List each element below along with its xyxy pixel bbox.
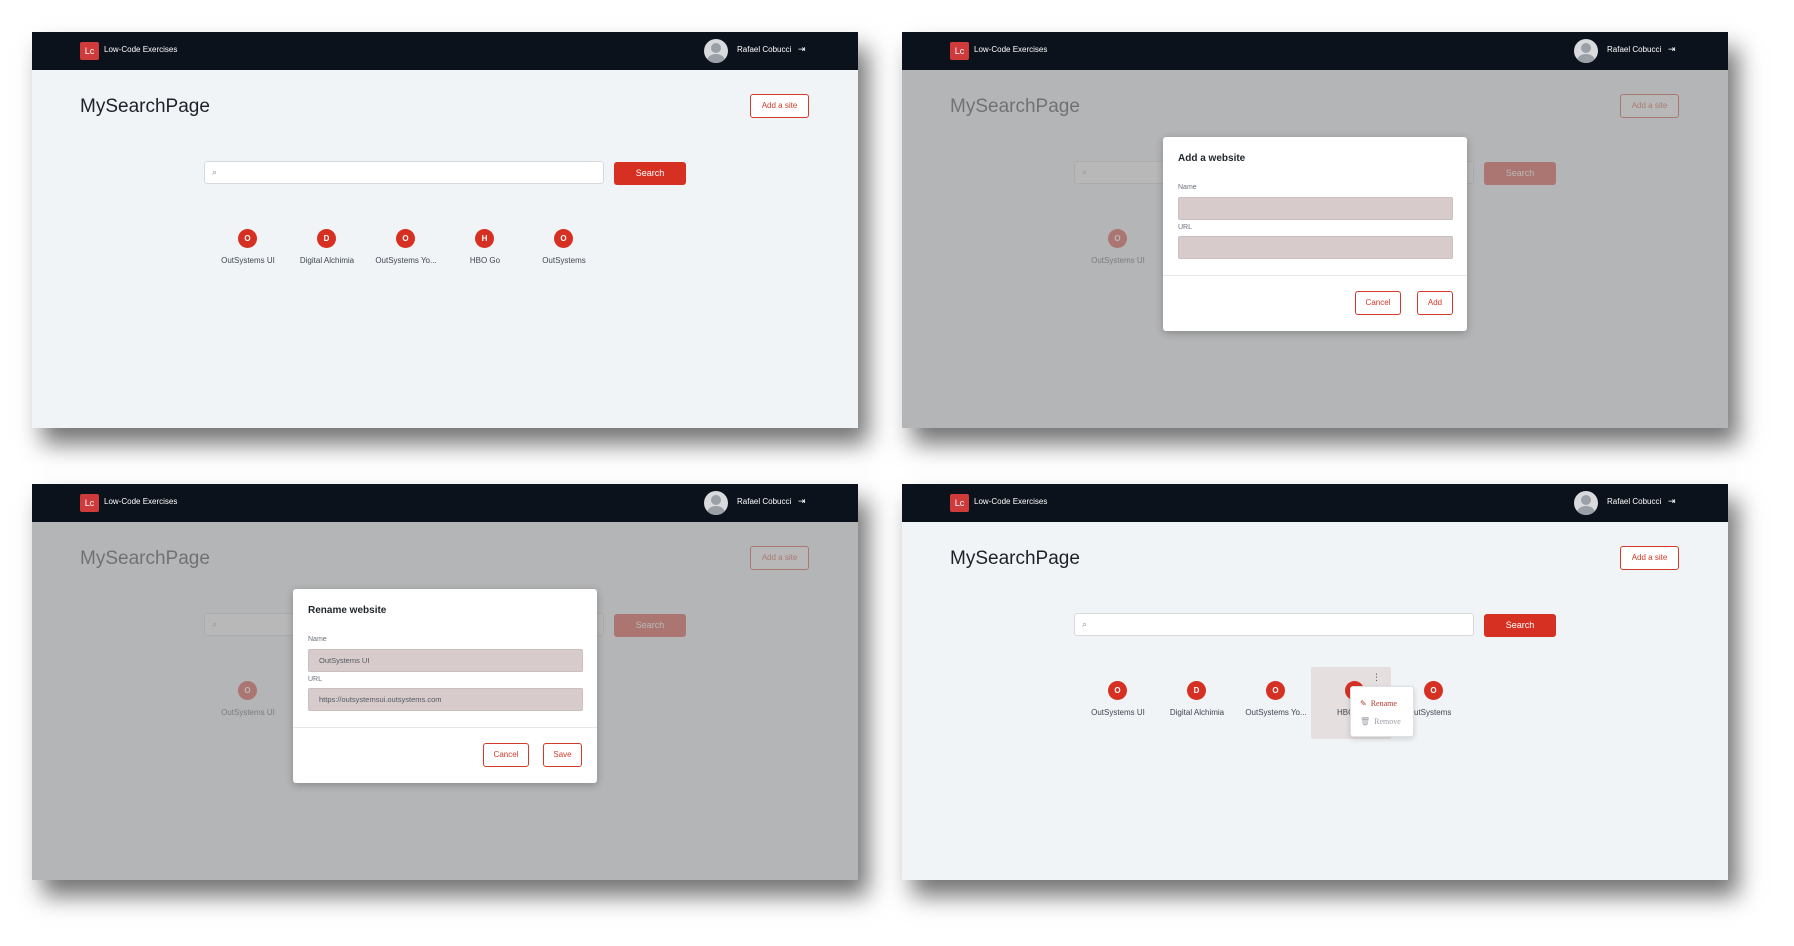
app-name[interactable]: Low-Code Exercises [104,45,177,54]
url-label: URL [1178,224,1193,231]
logout-icon[interactable]: ⇥ [1668,44,1676,55]
site-label: HBO Go [469,256,501,265]
site-label: OutSystems [542,256,586,265]
url-field[interactable] [1178,236,1453,259]
site-avatar: D [317,229,336,248]
site-label: OutSystems UI [1091,708,1145,717]
name-field[interactable] [1178,197,1453,220]
dialog-divider [293,727,597,728]
save-button[interactable]: Save [543,743,582,767]
site-label: Digital Alchimia [1169,708,1225,717]
name-label: Name [1178,184,1197,191]
site-avatar: H [475,229,494,248]
avatar[interactable] [704,39,728,63]
add-button[interactable]: Add [1417,291,1453,315]
app-name[interactable]: Low-Code Exercises [104,497,177,506]
site-item[interactable]: H HBO Go [445,229,525,279]
site-label: OutSystems UI [221,256,275,265]
site-avatar: O [554,229,573,248]
rename-menu-item[interactable]: ✎ Rename [1360,699,1397,708]
search-icon: ⌕ [1082,619,1088,629]
pencil-icon: ✎ [1360,699,1367,708]
site-avatar: O [396,229,415,248]
screen-context-menu: Lc Low-Code Exercises Rafael Cobucci ⇥ M… [902,484,1728,880]
site-item[interactable]: O OutSystems Yo... [366,229,446,279]
cancel-button[interactable]: Cancel [1355,291,1401,315]
site-item[interactable]: O OutSystems [524,229,604,279]
site-avatar: O [1108,681,1127,700]
more-options-icon[interactable]: ⋮ [1372,673,1381,682]
screen-add-website: Lc Low-Code Exercises Rafael Cobucci ⇥ M… [902,32,1728,428]
site-avatar: O [1266,681,1285,700]
app-logo[interactable]: Lc [950,42,969,60]
search-icon: ⌕ [212,167,218,177]
app-name[interactable]: Low-Code Exercises [974,497,1047,506]
site-item[interactable]: O OutSystems UI [208,229,288,279]
site-label: OutSystems Yo... [375,256,437,265]
site-avatar: O [1424,681,1443,700]
name-field[interactable]: OutSystems UI [308,649,583,672]
site-item[interactable]: O OutSystems Yo... [1236,681,1316,731]
url-field[interactable]: https://outsystemsui.outsystems.com [308,688,583,711]
top-bar: Lc Low-Code Exercises Rafael Cobucci ⇥ [902,32,1728,70]
app-logo[interactable]: Lc [950,494,969,512]
screen-rename-website: Lc Low-Code Exercises Rafael Cobucci ⇥ M… [32,484,858,880]
rename-label: Rename [1370,699,1397,708]
app-name[interactable]: Low-Code Exercises [974,45,1047,54]
top-bar: Lc Low-Code Exercises Rafael Cobucci ⇥ [32,484,858,522]
add-site-button[interactable]: Add a site [750,94,809,118]
site-avatar: O [238,229,257,248]
site-label: Digital Alchimia [299,256,355,265]
site-label: utSystems [1414,708,1452,717]
top-bar: Lc Low-Code Exercises Rafael Cobucci ⇥ [902,484,1728,522]
top-bar: Lc Low-Code Exercises Rafael Cobucci ⇥ [32,32,858,70]
avatar[interactable] [1574,491,1598,515]
logout-icon[interactable]: ⇥ [798,44,806,55]
site-item[interactable]: D Digital Alchimia [287,229,367,279]
avatar[interactable] [704,491,728,515]
search-input[interactable]: ⌕ [204,161,604,184]
avatar[interactable] [1574,39,1598,63]
search-button[interactable]: Search [1484,614,1556,637]
logout-icon[interactable]: ⇥ [798,496,806,507]
remove-menu-item[interactable]: 🗑 Remove [1360,717,1401,726]
site-item[interactable]: D Digital Alchimia [1157,681,1237,731]
trash-icon: 🗑 [1360,717,1371,726]
app-logo[interactable]: Lc [80,42,99,60]
dialog-title: Rename website [308,605,387,616]
add-site-button[interactable]: Add a site [1620,546,1679,570]
site-label: OutSystems Yo... [1245,708,1307,717]
screen-main: Lc Low-Code Exercises Rafael Cobucci ⇥ M… [32,32,858,428]
page-title: MySearchPage [80,96,210,117]
user-name[interactable]: Rafael Cobucci [737,45,791,54]
dialog-divider [1163,275,1467,276]
user-name[interactable]: Rafael Cobucci [1607,45,1661,54]
name-label: Name [308,636,327,643]
dialog-title: Add a website [1178,153,1246,164]
rename-website-dialog: Rename website Name OutSystems UI URL ht… [293,589,597,783]
url-label: URL [308,676,323,683]
page-title: MySearchPage [950,548,1080,569]
site-avatar: D [1187,681,1206,700]
search-button[interactable]: Search [614,162,686,185]
cancel-button[interactable]: Cancel [483,743,529,767]
app-logo[interactable]: Lc [80,494,99,512]
search-input[interactable]: ⌕ [1074,613,1474,636]
logout-icon[interactable]: ⇥ [1668,496,1676,507]
site-context-menu: ✎ Rename 🗑 Remove [1350,686,1414,737]
site-item[interactable]: O OutSystems UI [1078,681,1158,731]
add-website-dialog: Add a website Name URL Cancel Add [1163,137,1467,331]
remove-label: Remove [1374,717,1401,726]
user-name[interactable]: Rafael Cobucci [1607,497,1661,506]
user-name[interactable]: Rafael Cobucci [737,497,791,506]
